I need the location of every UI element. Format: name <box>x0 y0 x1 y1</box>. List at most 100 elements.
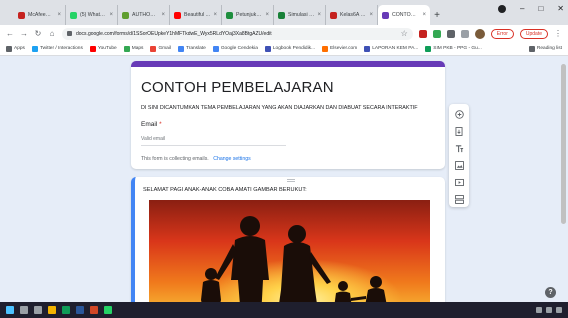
url-text: docs.google.com/forms/d/1SSorOEUpkeY1hMF… <box>76 30 272 37</box>
back-icon[interactable]: ← <box>6 29 14 38</box>
tab-close-icon[interactable]: × <box>109 12 113 18</box>
reading-list-label: Reading list <box>536 46 562 51</box>
browser-tab[interactable]: Kelas6A K... × <box>326 5 378 25</box>
tab-close-icon[interactable]: × <box>161 12 165 18</box>
forward-icon[interactable]: → <box>20 29 28 38</box>
browser-tab[interactable]: CONTOH PE...× <box>378 5 430 25</box>
search-icon[interactable] <box>20 306 28 314</box>
update-button[interactable]: Update <box>519 28 548 39</box>
browser-tab[interactable]: Petunjuk Te...× <box>222 5 274 25</box>
maximize-button[interactable]: □ <box>538 4 543 13</box>
tab-title: AUTHOR GU... <box>132 12 158 18</box>
bookmark-label: SIM PKB - PPG - Gu... <box>433 46 482 51</box>
form-editor-page: CONTOH PEMBELAJARAN DI SINI DICANTUMKAN … <box>0 56 568 302</box>
bookmark-label: Translate <box>185 46 206 51</box>
browser-tab[interactable]: (5) WhatsApp× <box>66 5 118 25</box>
tab-close-icon[interactable]: × <box>422 12 426 18</box>
powerpoint-taskbar-icon[interactable] <box>90 306 98 314</box>
tab-close-icon[interactable]: × <box>213 12 217 18</box>
email-label-text: Email <box>141 121 158 128</box>
add-video-icon[interactable] <box>454 177 464 188</box>
form-description[interactable]: DI SINI DICANTUMKAN TEMA PEMBELAJARAN YA… <box>141 105 418 111</box>
tab-title: Kelas6A K... <box>340 12 367 18</box>
bookmark-label: Logbook Pendidik... <box>272 46 316 51</box>
bookmark-item[interactable]: Twitter / Interactions <box>31 45 83 52</box>
add-image-icon[interactable] <box>454 160 464 171</box>
new-tab-button[interactable]: + <box>430 5 444 25</box>
bookmark-favicon-icon <box>177 45 184 52</box>
error-button[interactable]: Error <box>490 28 514 39</box>
question-title[interactable]: SELAMAT PAGI ANAK-ANAK COBA AMATI GAMBAR… <box>143 187 307 193</box>
green-extension-icon[interactable] <box>432 29 441 38</box>
form-title[interactable]: CONTOH PEMBELAJARAN <box>141 79 334 96</box>
notifications-icon[interactable] <box>556 307 562 313</box>
network-icon[interactable] <box>536 307 542 313</box>
bookmark-label: Elsevier.com <box>330 46 358 51</box>
bookmark-label: Gmail <box>158 46 171 51</box>
bookmark-item[interactable]: Apps <box>6 45 25 52</box>
tab-close-icon[interactable]: × <box>265 12 269 18</box>
start-icon[interactable] <box>6 306 14 314</box>
reading-list-icon <box>528 45 535 52</box>
collecting-note-text: This form is collecting emails. <box>141 156 209 162</box>
bookmark-item[interactable]: LAPORAN KEM PA... <box>364 45 419 52</box>
tab-favicon-icon <box>382 11 389 19</box>
drag-handle[interactable] <box>287 179 295 182</box>
bookmark-label: LAPORAN KEM PA... <box>372 46 419 51</box>
close-window-button[interactable]: ✕ <box>557 4 564 13</box>
home-icon[interactable]: ⌂ <box>48 29 56 38</box>
reading-list-button[interactable]: Reading list <box>528 45 562 52</box>
tab-close-icon[interactable]: × <box>317 12 321 18</box>
extensions-puzzle-icon[interactable] <box>446 29 455 38</box>
bookmark-item[interactable]: Maps <box>123 45 143 52</box>
add-title-icon[interactable] <box>454 143 464 154</box>
bookmark-item[interactable]: SIM PKB - PPG - Gu... <box>425 45 482 52</box>
add-question-icon[interactable] <box>454 109 464 120</box>
windows-taskbar <box>0 302 568 318</box>
browser-menu-icon[interactable]: ⋮ <box>554 29 562 38</box>
bookmark-favicon-icon <box>31 45 38 52</box>
reload-icon[interactable]: ↻ <box>34 29 42 38</box>
tab-search-icon[interactable] <box>498 5 506 13</box>
bookmark-item[interactable]: Logbook Pendidik... <box>264 45 316 52</box>
system-tray <box>536 307 562 313</box>
word-taskbar-icon[interactable] <box>76 306 84 314</box>
page-scrollbar[interactable] <box>561 64 566 224</box>
help-button[interactable]: ? <box>545 287 556 298</box>
bookmark-star-icon[interactable]: ☆ <box>401 29 408 38</box>
file-explorer-icon[interactable] <box>48 306 56 314</box>
bookmark-item[interactable]: Gmail <box>150 45 171 52</box>
add-section-icon[interactable] <box>454 194 464 205</box>
tab-title: CONTOH PE... <box>392 12 420 18</box>
bookmark-item[interactable]: YouTube <box>89 45 117 52</box>
tab-favicon-icon <box>174 11 181 19</box>
profile-avatar[interactable] <box>474 28 485 39</box>
volume-icon[interactable] <box>546 307 552 313</box>
form-header-card[interactable]: CONTOH PEMBELAJARAN DI SINI DICANTUMKAN … <box>131 61 445 169</box>
minimize-button[interactable]: – <box>520 4 524 13</box>
tab-title: McAfee® W... <box>28 12 54 18</box>
bookmark-favicon-icon <box>322 45 329 52</box>
chrome-taskbar-icon[interactable] <box>62 306 70 314</box>
media-control-icon[interactable] <box>460 29 469 38</box>
bookmark-favicon-icon <box>212 45 219 52</box>
browser-tab[interactable]: AUTHOR GU...× <box>118 5 170 25</box>
tab-title: (5) WhatsApp <box>80 12 106 18</box>
bookmark-item[interactable]: Translate <box>177 45 206 52</box>
bookmark-item[interactable]: Elsevier.com <box>322 45 358 52</box>
address-bar[interactable]: docs.google.com/forms/d/1SSorOEUpkeY1hMF… <box>62 27 413 40</box>
change-settings-link[interactable]: Change settings <box>213 156 251 162</box>
task-view-icon[interactable] <box>34 306 42 314</box>
tab-close-icon[interactable]: × <box>369 12 373 18</box>
browser-tab[interactable]: Simulasi KP...× <box>274 5 326 25</box>
bookmark-favicon-icon <box>364 45 371 52</box>
browser-tab[interactable]: Beautiful ... × <box>170 5 222 25</box>
tab-favicon-icon <box>330 11 337 19</box>
bookmark-item[interactable]: Google Cendekia <box>212 45 258 52</box>
whatsapp-taskbar-icon[interactable] <box>104 306 112 314</box>
mcafee-extension-icon[interactable] <box>418 29 427 38</box>
tab-close-icon[interactable]: × <box>57 12 61 18</box>
question-card[interactable]: SELAMAT PAGI ANAK-ANAK COBA AMATI GAMBAR… <box>131 177 445 302</box>
browser-tab[interactable]: McAfee® W...× <box>14 5 66 25</box>
import-questions-icon[interactable] <box>454 126 464 137</box>
